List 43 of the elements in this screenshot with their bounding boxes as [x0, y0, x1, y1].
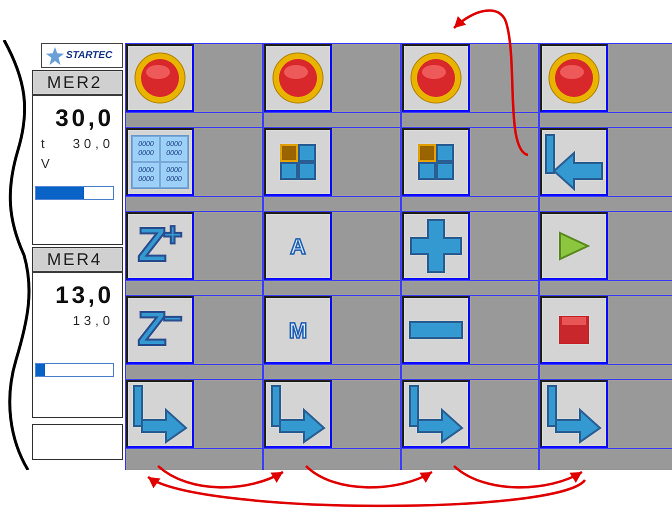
layout-button[interactable] [402, 128, 470, 196]
stop-icon [272, 52, 324, 104]
meter-value: 13,0 [55, 281, 114, 311]
meter-sub-value: 13,0 [72, 312, 114, 330]
grid-layout-icon [418, 144, 454, 180]
stop-icon [548, 52, 600, 104]
corner-arrow-right-icon [132, 384, 188, 444]
plus-button[interactable] [402, 212, 470, 280]
corner-arrow-right-icon [546, 384, 602, 444]
text-field[interactable] [32, 424, 123, 460]
emergency-stop-button[interactable] [264, 44, 332, 112]
next-page-button[interactable] [402, 380, 470, 448]
logo-text: STARTEC [66, 49, 112, 63]
meter-sub-value: 30,0 [72, 135, 114, 153]
z-axis-button[interactable]: Z− [126, 296, 194, 364]
meter-sub-label: t [41, 135, 45, 153]
play-icon [558, 231, 590, 261]
z-axis-button[interactable]: Z+ [126, 212, 194, 280]
minus-icon [409, 321, 463, 339]
corner-arrow-right-icon [408, 384, 464, 444]
corner-arrow-left-icon [544, 133, 604, 191]
star-icon [46, 46, 64, 64]
back-button[interactable] [540, 128, 608, 196]
emergency-stop-button[interactable] [402, 44, 470, 112]
next-page-button[interactable] [264, 380, 332, 448]
corner-arrow-right-icon [270, 384, 326, 444]
stop-icon [134, 52, 186, 104]
meter-header: MER4 [32, 247, 123, 272]
stop-square-icon [558, 315, 590, 345]
plus-icon [409, 218, 463, 274]
grid-layout-icon [280, 144, 316, 180]
meter-header: MER2 [32, 70, 123, 95]
meter-value: 30,0 [55, 104, 114, 134]
stop-icon [410, 52, 462, 104]
stop-button[interactable] [540, 296, 608, 364]
emergency-stop-button[interactable] [540, 44, 608, 112]
play-button[interactable] [540, 212, 608, 280]
emergency-stop-button[interactable] [126, 44, 194, 112]
next-page-button[interactable] [126, 380, 194, 448]
minus-button[interactable] [402, 296, 470, 364]
next-page-button[interactable] [540, 380, 608, 448]
meter-unit-label: V [40, 154, 51, 172]
layout-button[interactable] [264, 128, 332, 196]
